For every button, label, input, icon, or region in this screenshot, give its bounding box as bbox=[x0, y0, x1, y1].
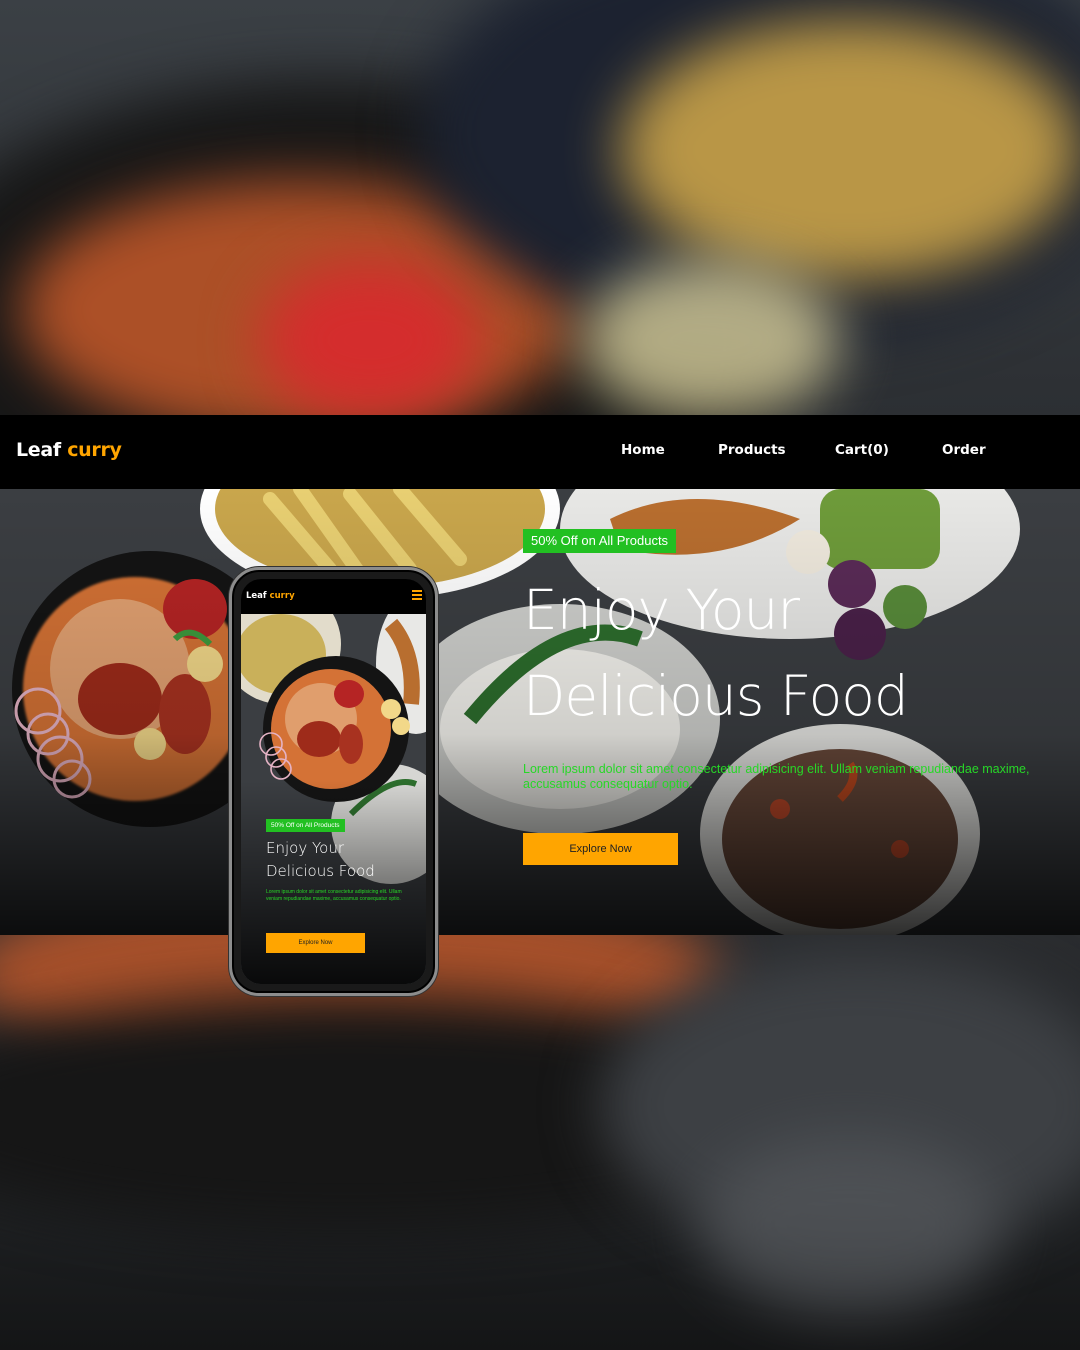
phone-navbar: Leaf curry bbox=[241, 579, 426, 614]
phone-headline-line1: Enjoy Your bbox=[266, 839, 344, 857]
brand-logo[interactable]: Leaf curry bbox=[16, 439, 122, 461]
brand-name: Leaf bbox=[16, 439, 61, 461]
nav-link-products[interactable]: Products bbox=[718, 442, 786, 458]
background-photo-bottom bbox=[0, 935, 1080, 1350]
phone-headline-line2: Delicious Food bbox=[266, 862, 375, 880]
nav-link-cart[interactable]: Cart(0) bbox=[835, 442, 889, 458]
brand-accent: curry bbox=[67, 439, 122, 461]
hero-headline-line1: Enjoy Your bbox=[523, 578, 800, 642]
phone-hero: 50% Off on All Products Enjoy Your Delic… bbox=[241, 614, 426, 984]
explore-now-button[interactable]: Explore Now bbox=[523, 833, 678, 865]
phone-hero-overlay bbox=[241, 614, 426, 984]
discount-badge: 50% Off on All Products bbox=[523, 529, 677, 553]
nav-link-order[interactable]: Order bbox=[942, 442, 986, 458]
phone-hero-description: Lorem ipsum dolor sit amet consectetur a… bbox=[266, 889, 402, 902]
phone-brand-logo[interactable]: Leaf curry bbox=[246, 591, 295, 601]
nav-link-home[interactable]: Home bbox=[621, 442, 665, 458]
phone-screen: Leaf curry 50% Off on All Products Enjoy… bbox=[241, 579, 426, 984]
background-photo-top bbox=[0, 0, 1080, 415]
phone-explore-now-button[interactable]: Explore Now bbox=[266, 933, 365, 953]
navbar: Leaf curry Home Products Cart(0) Order bbox=[0, 415, 1080, 489]
hero-description: Lorem ipsum dolor sit amet consectetur a… bbox=[523, 762, 1030, 791]
phone-brand-name: Leaf bbox=[246, 591, 267, 601]
phone-mockup: Leaf curry 50% Off on All Products Enjoy… bbox=[229, 567, 438, 996]
phone-discount-badge: 50% Off on All Products bbox=[266, 819, 345, 832]
hero-headline-line2: Delicious Food bbox=[523, 664, 909, 728]
hamburger-menu-icon[interactable] bbox=[412, 590, 422, 601]
phone-brand-accent: curry bbox=[269, 591, 295, 601]
